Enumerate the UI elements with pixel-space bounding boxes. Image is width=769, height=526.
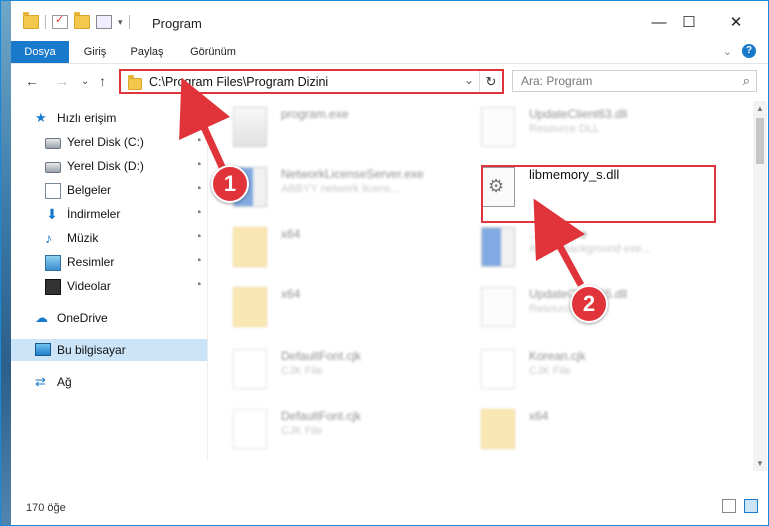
large-icons-view-icon[interactable] — [744, 499, 758, 513]
view-toggle — [722, 499, 758, 513]
annotation-arrow-2 — [533, 198, 586, 287]
step-1-badge: 1 — [211, 165, 249, 203]
item-count: 170 öğe — [26, 502, 66, 514]
explorer-window: ✓ ▾ Program — ☐ ✕ Dosya Giriş Paylaş Gör… — [0, 0, 769, 526]
annotation-overlay — [179, 77, 586, 287]
annotation-arrow-1 — [179, 77, 231, 171]
step-2-badge: 2 — [570, 285, 608, 323]
details-view-icon[interactable] — [722, 499, 736, 513]
status-bar: 170 öğe — [11, 493, 768, 525]
